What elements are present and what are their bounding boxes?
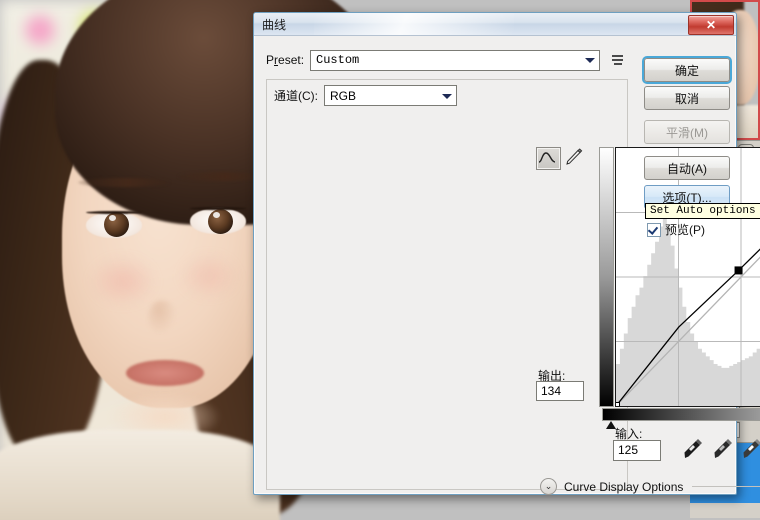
photo-lash-left [86, 211, 142, 214]
photo-cheek-right [178, 252, 240, 300]
curves-group-box [266, 79, 628, 490]
cancel-button[interactable]: 取消 [644, 86, 730, 110]
preset-row: Preset: Custom [266, 49, 626, 71]
ok-button[interactable]: 确定 [644, 58, 730, 82]
curve-control-point-selected[interactable] [734, 266, 743, 275]
menu-line-2 [612, 59, 624, 61]
close-icon[interactable]: ✕ [688, 15, 734, 35]
set-white-point-dropper-icon[interactable] [741, 437, 760, 461]
channel-label: 通道(C): [274, 89, 318, 103]
dialog-title: 曲线 [262, 18, 287, 32]
preset-value: Custom [316, 53, 360, 67]
curve-control-point[interactable] [612, 402, 620, 410]
menu-line-3 [613, 63, 622, 65]
dialog-body: Preset: Custom 通道(C): RGB 输出: 134 输入: 12… [254, 35, 760, 495]
preset-menu-icon[interactable] [609, 51, 626, 69]
photo-lips [126, 360, 204, 386]
smooth-button[interactable]: 平滑(M) [644, 120, 730, 144]
channel-value: RGB [330, 88, 357, 103]
dialog-left-column: Preset: Custom 通道(C): RGB 输出: 134 输入: 12… [254, 35, 760, 495]
photo-nose [148, 300, 176, 334]
dialog-right-column: 确定 取消 平滑(M) 自动(A) 选项(T)... 预览(P) [637, 35, 736, 494]
curve-edit-glyph [538, 152, 556, 163]
output-field[interactable]: 134 [536, 381, 584, 401]
curve-edit-icon[interactable] [536, 147, 561, 170]
photo-lash-right [190, 207, 246, 210]
channel-dropdown[interactable]: RGB [324, 85, 457, 106]
photo-cheek-left [88, 255, 158, 307]
photo-eyebrow-left [78, 178, 170, 187]
dropper-glyph-white [743, 439, 760, 458]
menu-line-1 [612, 55, 624, 57]
photo-eyebrow-right [178, 172, 264, 181]
auto-button[interactable]: 自动(A) [644, 156, 730, 180]
photo-iris-right [208, 209, 233, 234]
chevron-down-icon [442, 93, 452, 99]
photo-iris-left [104, 212, 129, 237]
chevron-down-icon [585, 58, 596, 63]
curves-dialog: 曲线 ✕ Preset: Custom 通道(C): RGB 输出: 134 输… [253, 12, 760, 495]
channel-row: 通道(C): RGB [274, 85, 457, 106]
pencil-glyph [566, 148, 583, 165]
tooltip: Set Auto options [645, 203, 760, 219]
preset-label: Preset: [266, 53, 305, 67]
vertical-tone-ramp [599, 147, 614, 407]
preview-label: 预览(P) [665, 223, 705, 237]
chevron-down-icon[interactable]: ⌄ [540, 478, 557, 495]
photo-coat [0, 430, 280, 520]
dialog-title-bar[interactable]: 曲线 ✕ [254, 13, 736, 36]
preview-checkbox[interactable] [647, 222, 661, 237]
preview-row[interactable]: 预览(P) [647, 221, 705, 238]
preset-dropdown[interactable]: Custom [310, 49, 601, 71]
pencil-icon[interactable] [563, 147, 586, 168]
